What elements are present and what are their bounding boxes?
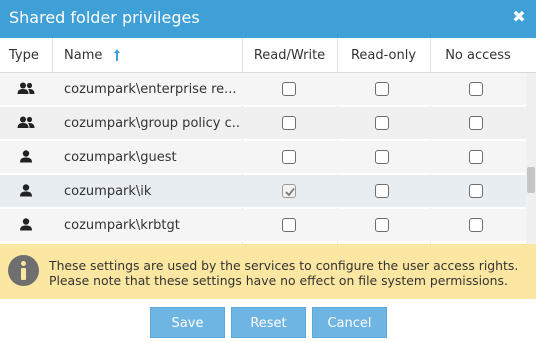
read-only-checkbox[interactable] [375,82,389,96]
cancel-button[interactable]: Cancel [312,307,387,338]
column-header-name[interactable]: Name [52,38,242,73]
table-scrollbar[interactable] [526,73,536,244]
no-access-checkbox[interactable] [469,82,483,96]
table-header: Type Name Read/Write Read-only No access [0,38,536,73]
group-icon [17,115,35,131]
read-write-checkbox[interactable] [282,184,296,198]
read-write-checkbox[interactable] [282,82,296,96]
read-write-checkbox[interactable] [282,218,296,232]
column-header-read-write[interactable]: Read/Write [242,38,337,73]
info-line-1: These settings are used by the services … [49,258,519,273]
info-icon [8,255,39,286]
reset-button[interactable]: Reset [231,307,306,338]
read-only-checkbox[interactable] [375,218,389,232]
table-row[interactable]: cozumpark\guest [0,141,526,174]
table-row[interactable]: cozumpark\krbtgt [0,209,526,242]
scrollbar-thumb[interactable] [527,167,535,193]
info-text: These settings are used by the services … [49,258,531,288]
row-name: cozumpark\krbtgt [64,218,180,233]
row-name: cozumpark\enterprise re... [64,82,237,97]
user-icon [17,149,35,165]
save-button[interactable]: Save [150,307,225,338]
read-write-checkbox[interactable] [282,116,296,130]
table-row[interactable]: cozumpark\group policy c... [0,107,526,140]
row-name: cozumpark\ik [64,184,152,199]
dialog-title: Shared folder privileges [9,8,200,27]
column-header-type[interactable]: Type [0,38,52,73]
read-only-checkbox[interactable] [375,116,389,130]
column-header-name-label: Name [64,48,103,63]
table-row[interactable]: cozumpark\ik [0,175,526,208]
read-only-checkbox[interactable] [375,184,389,198]
info-line-2: Please note that these settings have no … [49,273,508,288]
no-access-checkbox[interactable] [469,218,483,232]
read-write-checkbox[interactable] [282,150,296,164]
privileges-table: Type Name Read/Write Read-only No access… [0,38,536,244]
group-icon [17,81,35,97]
dialog-footer: Save Reset Cancel [0,299,536,343]
dialog-titlebar: Shared folder privileges ✖ [0,0,536,38]
read-only-checkbox[interactable] [375,150,389,164]
column-header-read-only[interactable]: Read-only [337,38,430,73]
no-access-checkbox[interactable] [469,150,483,164]
info-banner: These settings are used by the services … [0,244,536,299]
user-icon [17,217,35,233]
close-icon[interactable]: ✖ [512,8,526,26]
row-name: cozumpark\group policy c... [64,116,239,131]
user-icon [17,183,35,199]
no-access-checkbox[interactable] [469,116,483,130]
table-row[interactable]: cozumpark\enterprise re... [0,73,526,106]
no-access-checkbox[interactable] [469,184,483,198]
row-name: cozumpark\guest [64,150,177,165]
column-header-no-access[interactable]: No access [430,38,526,73]
